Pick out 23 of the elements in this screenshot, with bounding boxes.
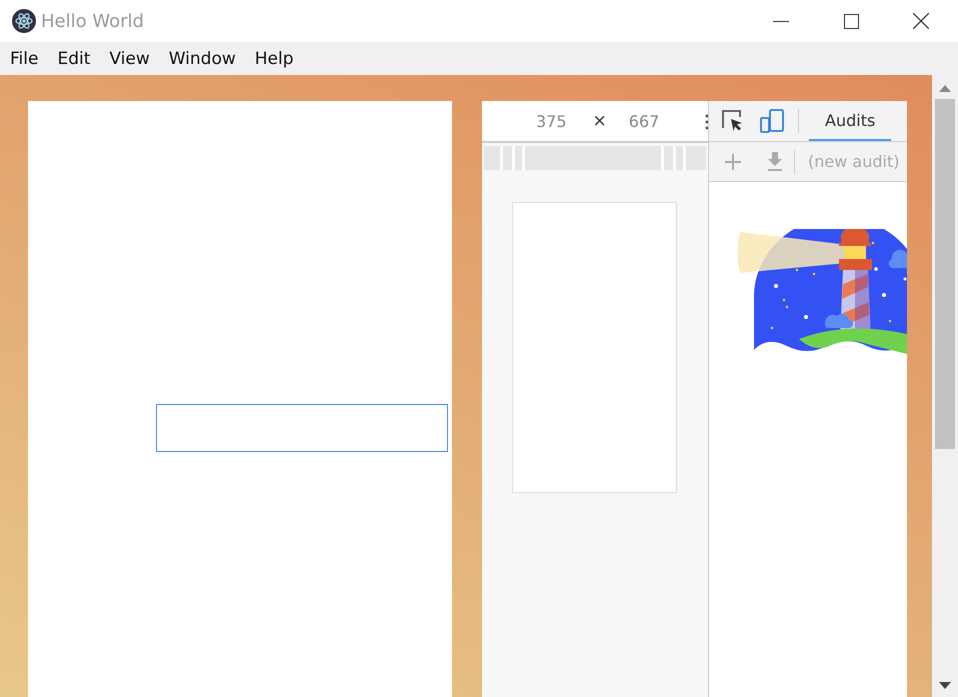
close-icon xyxy=(913,13,929,29)
menu-item[interactable]: File xyxy=(2,46,46,70)
input-field[interactable] xyxy=(156,404,448,452)
inspect-icon[interactable] xyxy=(722,110,744,132)
more-icon[interactable] xyxy=(705,113,708,130)
times-sign: × xyxy=(592,111,607,131)
device-width[interactable]: 375 xyxy=(536,112,567,130)
download-icon[interactable] xyxy=(767,152,783,171)
minimize-icon xyxy=(773,20,789,22)
device-toggle-icon[interactable] xyxy=(760,109,784,133)
menu-item[interactable]: Edit xyxy=(49,46,98,70)
maximize-icon xyxy=(844,14,858,28)
scroll-down-icon[interactable] xyxy=(939,682,951,689)
menu-item[interactable]: View xyxy=(101,46,158,70)
app-logo-icon xyxy=(12,9,36,33)
menu-item[interactable]: Help xyxy=(246,46,302,70)
device-height[interactable]: 667 xyxy=(628,112,660,130)
scroll-up-icon[interactable] xyxy=(939,85,951,92)
scrollbar[interactable] xyxy=(932,75,958,697)
window-title: Hello World xyxy=(41,10,145,32)
plus-icon[interactable] xyxy=(725,154,741,170)
menu-item[interactable]: Window xyxy=(160,46,244,70)
scroll-thumb[interactable] xyxy=(935,99,955,449)
